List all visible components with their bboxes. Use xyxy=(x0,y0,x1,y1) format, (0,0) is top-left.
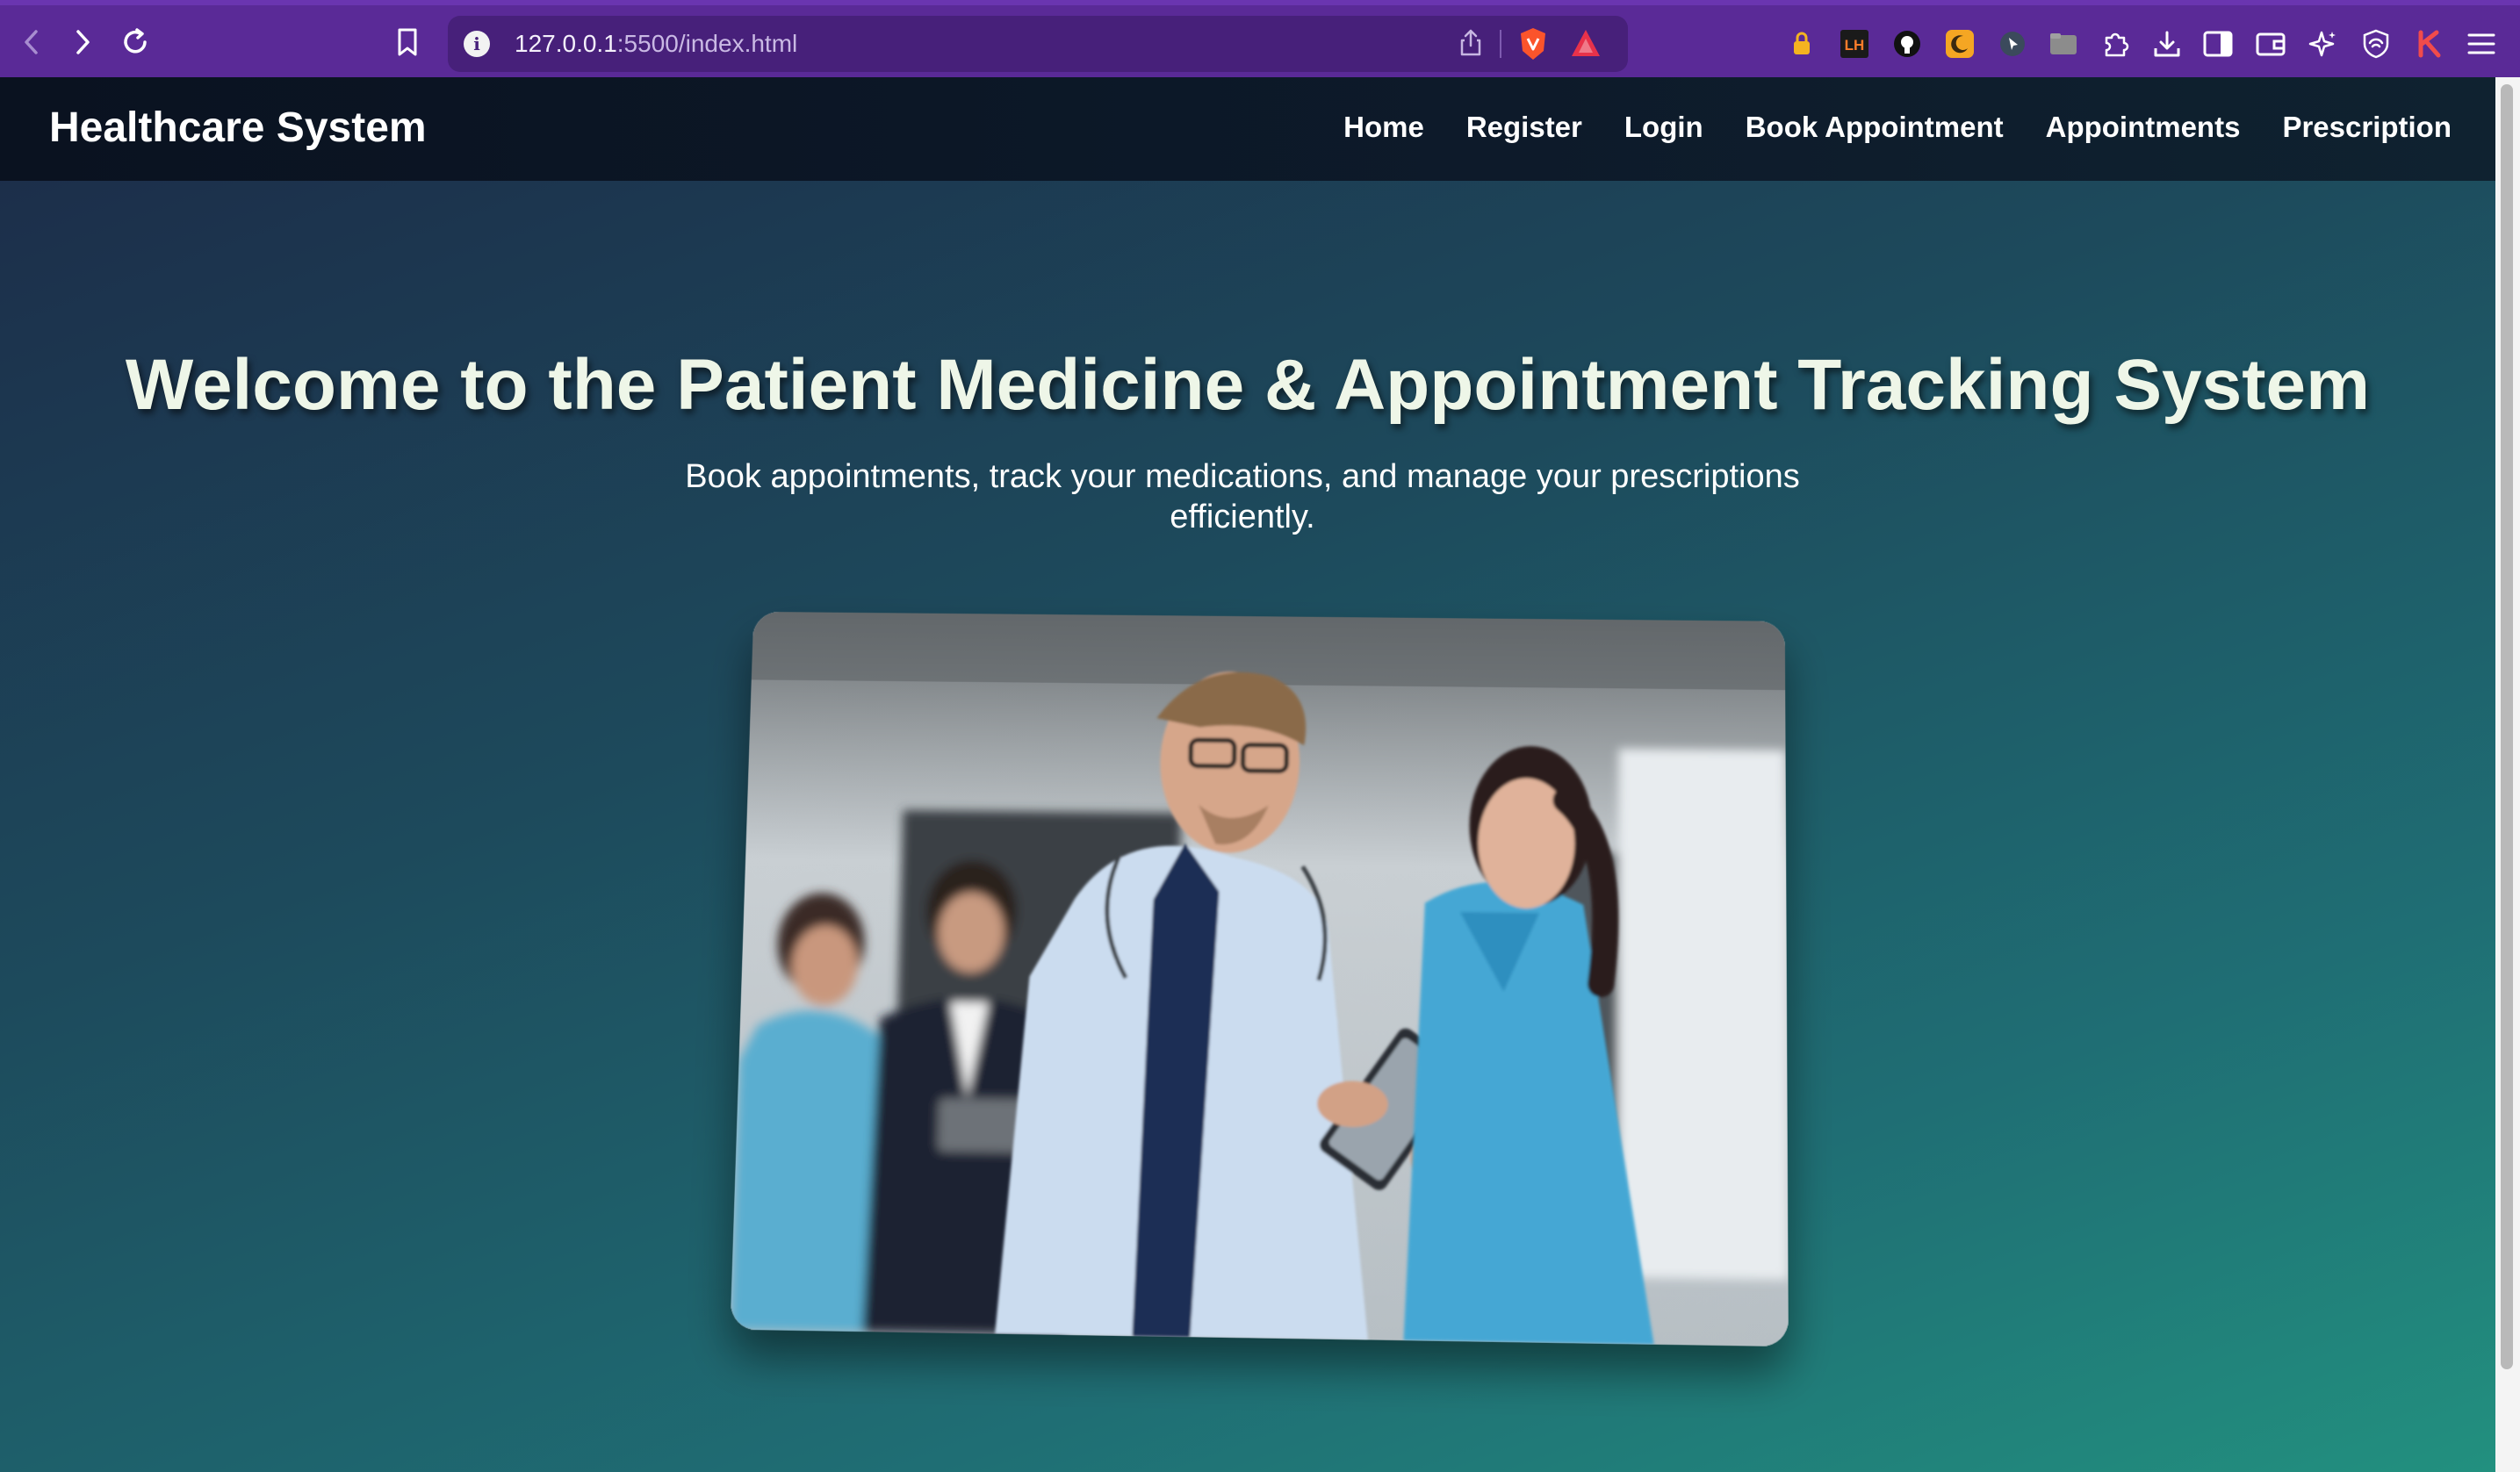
sidebar-toggle-icon[interactable] xyxy=(2200,26,2236,61)
extension-folder-icon[interactable] xyxy=(2046,26,2081,61)
share-icon[interactable] xyxy=(1458,28,1484,62)
scrollbar-thumb[interactable] xyxy=(2501,84,2513,1369)
site-brand[interactable]: Healthcare System xyxy=(49,104,427,152)
nav-register-link[interactable]: Register xyxy=(1466,111,1582,144)
chevron-left-icon xyxy=(25,30,38,54)
extension-lock-icon[interactable] xyxy=(1784,26,1819,61)
extensions-puzzle-icon[interactable] xyxy=(2099,26,2134,61)
extension-lighthouse-icon[interactable]: LH xyxy=(1837,26,1872,61)
info-icon[interactable]: i xyxy=(464,31,490,57)
url-text[interactable]: 127.0.0.1:5500/index.html xyxy=(515,30,797,58)
site-nav-links: Home Register Login Book Appointment App… xyxy=(1343,111,2452,144)
browser-toolbar: i 127.0.0.1:5500/index.html LH xyxy=(0,0,2520,77)
brave-rewards-icon[interactable] xyxy=(1570,26,1602,66)
nav-prescription-link[interactable]: Prescription xyxy=(2282,111,2452,144)
menu-icon[interactable] xyxy=(2464,26,2499,61)
download-icon[interactable] xyxy=(2149,26,2185,61)
chevron-right-icon xyxy=(76,30,90,54)
extension-github-icon[interactable] xyxy=(1890,26,1925,61)
extension-cursor-icon[interactable] xyxy=(1995,26,2030,61)
extension-moon-icon[interactable] xyxy=(1942,26,1977,61)
brave-shield-icon[interactable] xyxy=(1517,26,1549,66)
bookmark-icon xyxy=(398,28,417,56)
leo-ai-icon[interactable] xyxy=(2306,26,2341,61)
forward-button[interactable] xyxy=(63,23,102,61)
nav-home-link[interactable]: Home xyxy=(1343,111,1424,144)
url-separator xyxy=(1500,30,1501,58)
nav-appointments-link[interactable]: Appointments xyxy=(2046,111,2241,144)
address-bar[interactable]: i 127.0.0.1:5500/index.html xyxy=(448,16,1628,72)
hero-title: Welcome to the Patient Medicine & Appoin… xyxy=(125,345,2371,425)
url-path: :5500/index.html xyxy=(616,30,798,57)
doctors-photo-illustration xyxy=(730,611,1789,1347)
reload-icon xyxy=(124,28,147,54)
svg-text:LH: LH xyxy=(1845,37,1865,54)
hero-image xyxy=(730,611,1789,1347)
nav-book-appointment-link[interactable]: Book Appointment xyxy=(1746,111,2004,144)
url-host: 127.0.0.1 xyxy=(515,30,617,57)
page-viewport: Healthcare System Home Register Login Bo… xyxy=(0,77,2495,1472)
reload-button[interactable] xyxy=(116,23,155,61)
wallet-icon[interactable] xyxy=(2253,26,2288,61)
hero-subtitle: Book appointments, track your medication… xyxy=(685,458,1800,535)
site-navbar: Healthcare System Home Register Login Bo… xyxy=(0,77,2495,181)
bookmark-button[interactable] xyxy=(388,23,427,61)
nav-login-link[interactable]: Login xyxy=(1624,111,1703,144)
extension-k-icon[interactable] xyxy=(2411,26,2446,61)
back-button[interactable] xyxy=(12,23,51,61)
vpn-shield-icon[interactable] xyxy=(2358,26,2394,61)
